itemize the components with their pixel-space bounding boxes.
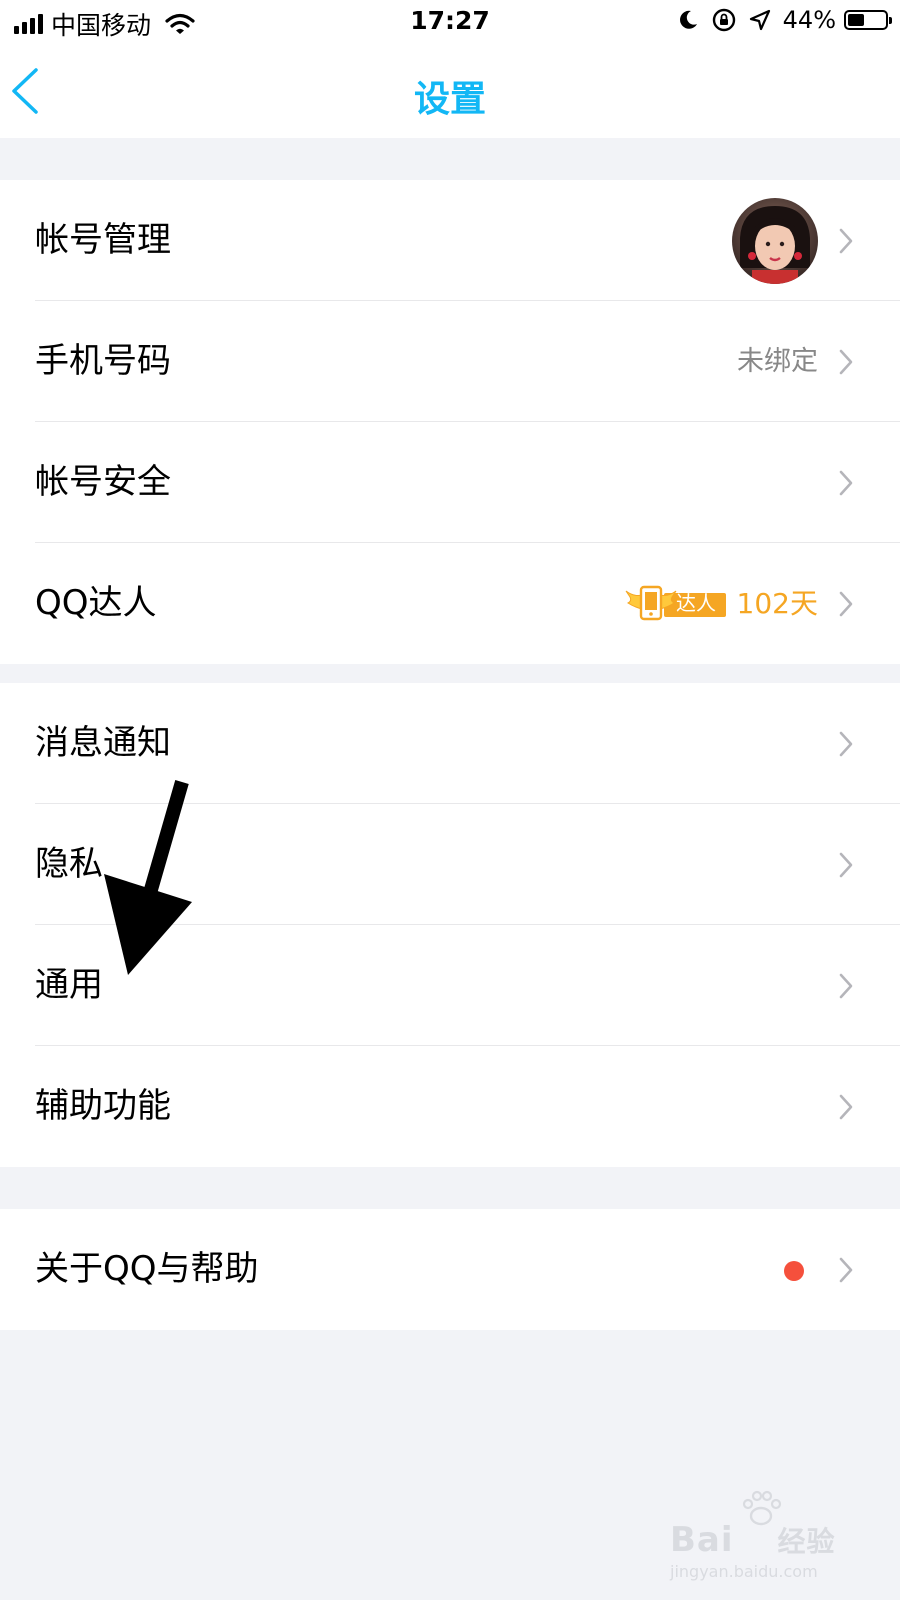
row-account-management[interactable]: 帐号管理 bbox=[0, 180, 900, 301]
row-accessibility[interactable]: 辅助功能 bbox=[0, 1046, 900, 1167]
annotation-arrow-icon bbox=[104, 780, 192, 975]
badge-label: 达人 bbox=[676, 591, 716, 615]
row-phone-number[interactable]: 手机号码 未绑定 bbox=[0, 301, 900, 422]
row-label: QQ达人 bbox=[35, 583, 157, 623]
settings-group-about: 关于QQ与帮助 bbox=[0, 1209, 900, 1330]
watermark-brand-cn: 经验 bbox=[777, 1525, 836, 1558]
baidu-watermark: Bai 经验 jingyan.baidu.com bbox=[670, 1490, 850, 1590]
row-label: 关于QQ与帮助 bbox=[35, 1249, 259, 1289]
moon-icon bbox=[679, 10, 697, 29]
battery-percent: 44% bbox=[782, 6, 836, 34]
watermark-brand: Bai 经验 bbox=[670, 1520, 836, 1560]
status-right: 44% bbox=[677, 6, 892, 34]
row-label: 隐私 bbox=[35, 844, 103, 884]
row-label: 手机号码 bbox=[35, 341, 171, 381]
row-about-help[interactable]: 关于QQ与帮助 bbox=[0, 1209, 900, 1330]
row-qq-daren[interactable]: QQ达人 达人 102天 bbox=[0, 543, 900, 664]
daren-days: 102天 bbox=[736, 587, 818, 620]
row-account-security[interactable]: 帐号安全 bbox=[0, 422, 900, 543]
chevron-right-icon bbox=[839, 731, 853, 757]
rotation-lock-icon bbox=[712, 8, 735, 32]
page-title: 设置 bbox=[413, 79, 486, 120]
location-icon bbox=[749, 9, 770, 31]
row-label: 帐号管理 bbox=[35, 220, 171, 260]
chevron-right-icon bbox=[839, 228, 853, 254]
phone-status: 未绑定 bbox=[737, 346, 818, 377]
battery-icon bbox=[844, 10, 892, 30]
row-label: 通用 bbox=[35, 965, 103, 1005]
chevron-right-icon bbox=[839, 591, 853, 617]
chevron-right-icon bbox=[839, 1094, 853, 1120]
row-label: 辅助功能 bbox=[35, 1086, 171, 1126]
avatar bbox=[732, 198, 818, 284]
row-label: 帐号安全 bbox=[35, 462, 171, 502]
daren-badge: 达人 bbox=[624, 583, 728, 623]
nav-bar: 设置 bbox=[0, 46, 900, 138]
chevron-right-icon bbox=[839, 470, 853, 496]
chevron-right-icon bbox=[839, 349, 853, 375]
watermark-url: jingyan.baidu.com bbox=[670, 1562, 818, 1581]
watermark-brand-latin: Bai bbox=[670, 1520, 734, 1560]
chevron-right-icon bbox=[839, 973, 853, 999]
settings-group-account: 帐号管理 手机号码 未绑定 帐号安全 QQ达人 达人 102天 bbox=[0, 180, 900, 664]
chevron-right-icon bbox=[839, 852, 853, 878]
status-bar: 中国移动 17:27 44% bbox=[0, 0, 900, 46]
chevron-right-icon bbox=[839, 1257, 853, 1283]
notification-dot bbox=[784, 1261, 804, 1281]
